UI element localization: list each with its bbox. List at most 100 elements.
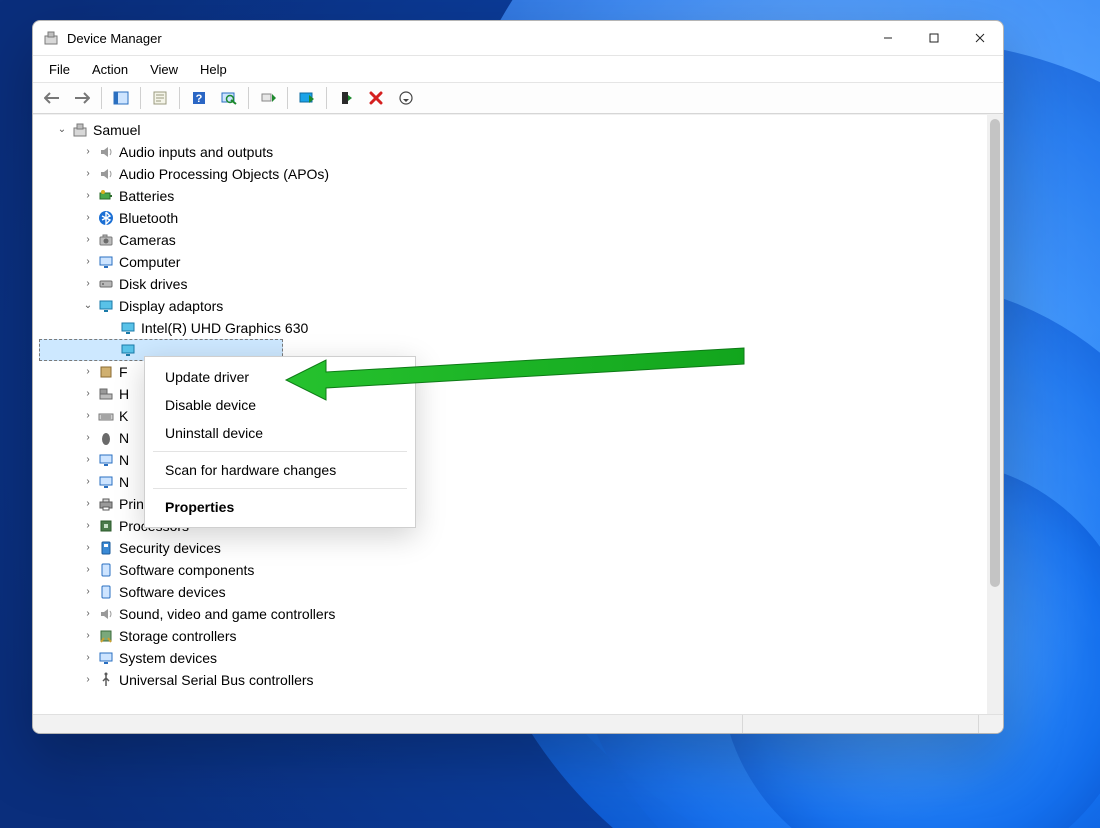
tree-label: Software components [119, 559, 254, 581]
expand-icon[interactable]: › [81, 251, 95, 273]
tree-item-system[interactable]: › System devices [39, 647, 985, 669]
scan-hardware-button[interactable] [216, 85, 242, 111]
expand-icon[interactable]: › [81, 515, 95, 537]
back-button[interactable] [39, 85, 65, 111]
speaker-icon [97, 143, 115, 161]
tree-root[interactable]: ⌄ Samuel [39, 119, 985, 141]
tree-label: Batteries [119, 185, 174, 207]
tree-item-intel-gpu[interactable]: Intel(R) UHD Graphics 630 [39, 317, 985, 339]
tree-label: Software devices [119, 581, 226, 603]
menu-bar: File Action View Help [33, 56, 1003, 83]
expand-icon[interactable]: › [81, 493, 95, 515]
expand-icon[interactable]: › [81, 669, 95, 691]
speaker-icon [97, 605, 115, 623]
tree-item-sw-components[interactable]: › Software components [39, 559, 985, 581]
title-bar: Device Manager [33, 21, 1003, 56]
tree-item-disk[interactable]: › Disk drives [39, 273, 985, 295]
security-icon [97, 539, 115, 557]
computer-icon [71, 121, 89, 139]
tree-item-apo[interactable]: › Audio Processing Objects (APOs) [39, 163, 985, 185]
uninstall-device-button[interactable] [363, 85, 389, 111]
tree-item-usb[interactable]: › Universal Serial Bus controllers [39, 669, 985, 691]
ctx-uninstall-device[interactable]: Uninstall device [145, 419, 415, 447]
collapse-icon[interactable]: ⌄ [55, 119, 69, 141]
ctx-update-driver[interactable]: Update driver [145, 363, 415, 391]
tree-item-sound[interactable]: › Sound, video and game controllers [39, 603, 985, 625]
expand-icon[interactable]: › [81, 405, 95, 427]
expand-icon[interactable]: › [81, 427, 95, 449]
tree-label: N [119, 427, 129, 449]
expand-icon[interactable]: › [81, 559, 95, 581]
help-button[interactable]: ? [186, 85, 212, 111]
tree-label: Audio Processing Objects (APOs) [119, 163, 329, 185]
tree-item-security[interactable]: › Security devices [39, 537, 985, 559]
expand-icon[interactable]: › [81, 361, 95, 383]
add-legacy-button[interactable] [393, 85, 419, 111]
expand-icon[interactable]: › [81, 383, 95, 405]
expand-icon[interactable]: › [81, 625, 95, 647]
minimize-button[interactable] [865, 21, 911, 55]
expand-icon[interactable]: › [81, 207, 95, 229]
expand-icon[interactable]: › [81, 141, 95, 163]
tree-label: N [119, 471, 129, 493]
tree-item-bluetooth[interactable]: › Bluetooth [39, 207, 985, 229]
tree-item-batteries[interactable]: › Batteries [39, 185, 985, 207]
expand-icon[interactable]: › [81, 229, 95, 251]
ctx-properties[interactable]: Properties [145, 493, 415, 521]
properties-button[interactable] [147, 85, 173, 111]
menu-action[interactable]: Action [82, 60, 138, 79]
scroll-thumb[interactable] [990, 119, 1000, 587]
tree-label: Security devices [119, 537, 221, 559]
tree-label: Intel(R) UHD Graphics 630 [141, 317, 308, 339]
tree-label: Audio inputs and outputs [119, 141, 273, 163]
network-icon [97, 473, 115, 491]
expand-icon[interactable]: › [81, 185, 95, 207]
expand-icon[interactable]: › [81, 273, 95, 295]
menu-view[interactable]: View [140, 60, 188, 79]
menu-help[interactable]: Help [190, 60, 237, 79]
expand-icon[interactable]: › [81, 449, 95, 471]
software-icon [97, 583, 115, 601]
tree-item-sw-devices[interactable]: › Software devices [39, 581, 985, 603]
expand-icon[interactable]: › [81, 603, 95, 625]
cpu-icon [97, 517, 115, 535]
storage-controller-icon [97, 627, 115, 645]
ctx-disable-device[interactable]: Disable device [145, 391, 415, 419]
usb-icon [97, 671, 115, 689]
tree-label: Disk drives [119, 273, 187, 295]
disable-device-button[interactable] [333, 85, 359, 111]
camera-icon [97, 231, 115, 249]
enable-device-button[interactable] [294, 85, 320, 111]
tree-label: Samuel [93, 119, 140, 141]
expand-icon[interactable]: › [81, 163, 95, 185]
separator [153, 488, 407, 489]
ctx-scan-hardware[interactable]: Scan for hardware changes [145, 456, 415, 484]
tree-label: H [119, 383, 129, 405]
speaker-icon [97, 165, 115, 183]
context-menu: Update driver Disable device Uninstall d… [144, 356, 416, 528]
update-driver-button[interactable] [255, 85, 281, 111]
tree-item-storage[interactable]: › Storage controllers [39, 625, 985, 647]
maximize-button[interactable] [911, 21, 957, 55]
tree-item-display[interactable]: ⌄ Display adaptors [39, 295, 985, 317]
vertical-scrollbar[interactable] [987, 115, 1003, 715]
bluetooth-icon [97, 209, 115, 227]
monitor-icon [97, 649, 115, 667]
tree-label: Computer [119, 251, 180, 273]
expand-icon[interactable]: › [81, 647, 95, 669]
tree-label: Display adaptors [119, 295, 223, 317]
caption-buttons [865, 21, 1003, 55]
ctx-label: Properties [165, 499, 234, 515]
show-hide-tree-button[interactable] [108, 85, 134, 111]
expand-icon[interactable]: › [81, 581, 95, 603]
tree-item-cameras[interactable]: › Cameras [39, 229, 985, 251]
tree-label: Universal Serial Bus controllers [119, 669, 314, 691]
tree-item-computer[interactable]: › Computer [39, 251, 985, 273]
forward-button[interactable] [69, 85, 95, 111]
close-button[interactable] [957, 21, 1003, 55]
expand-icon[interactable]: › [81, 471, 95, 493]
expand-icon[interactable]: › [81, 537, 95, 559]
collapse-icon[interactable]: ⌄ [81, 295, 95, 317]
tree-item-audio-io[interactable]: › Audio inputs and outputs [39, 141, 985, 163]
menu-file[interactable]: File [39, 60, 80, 79]
